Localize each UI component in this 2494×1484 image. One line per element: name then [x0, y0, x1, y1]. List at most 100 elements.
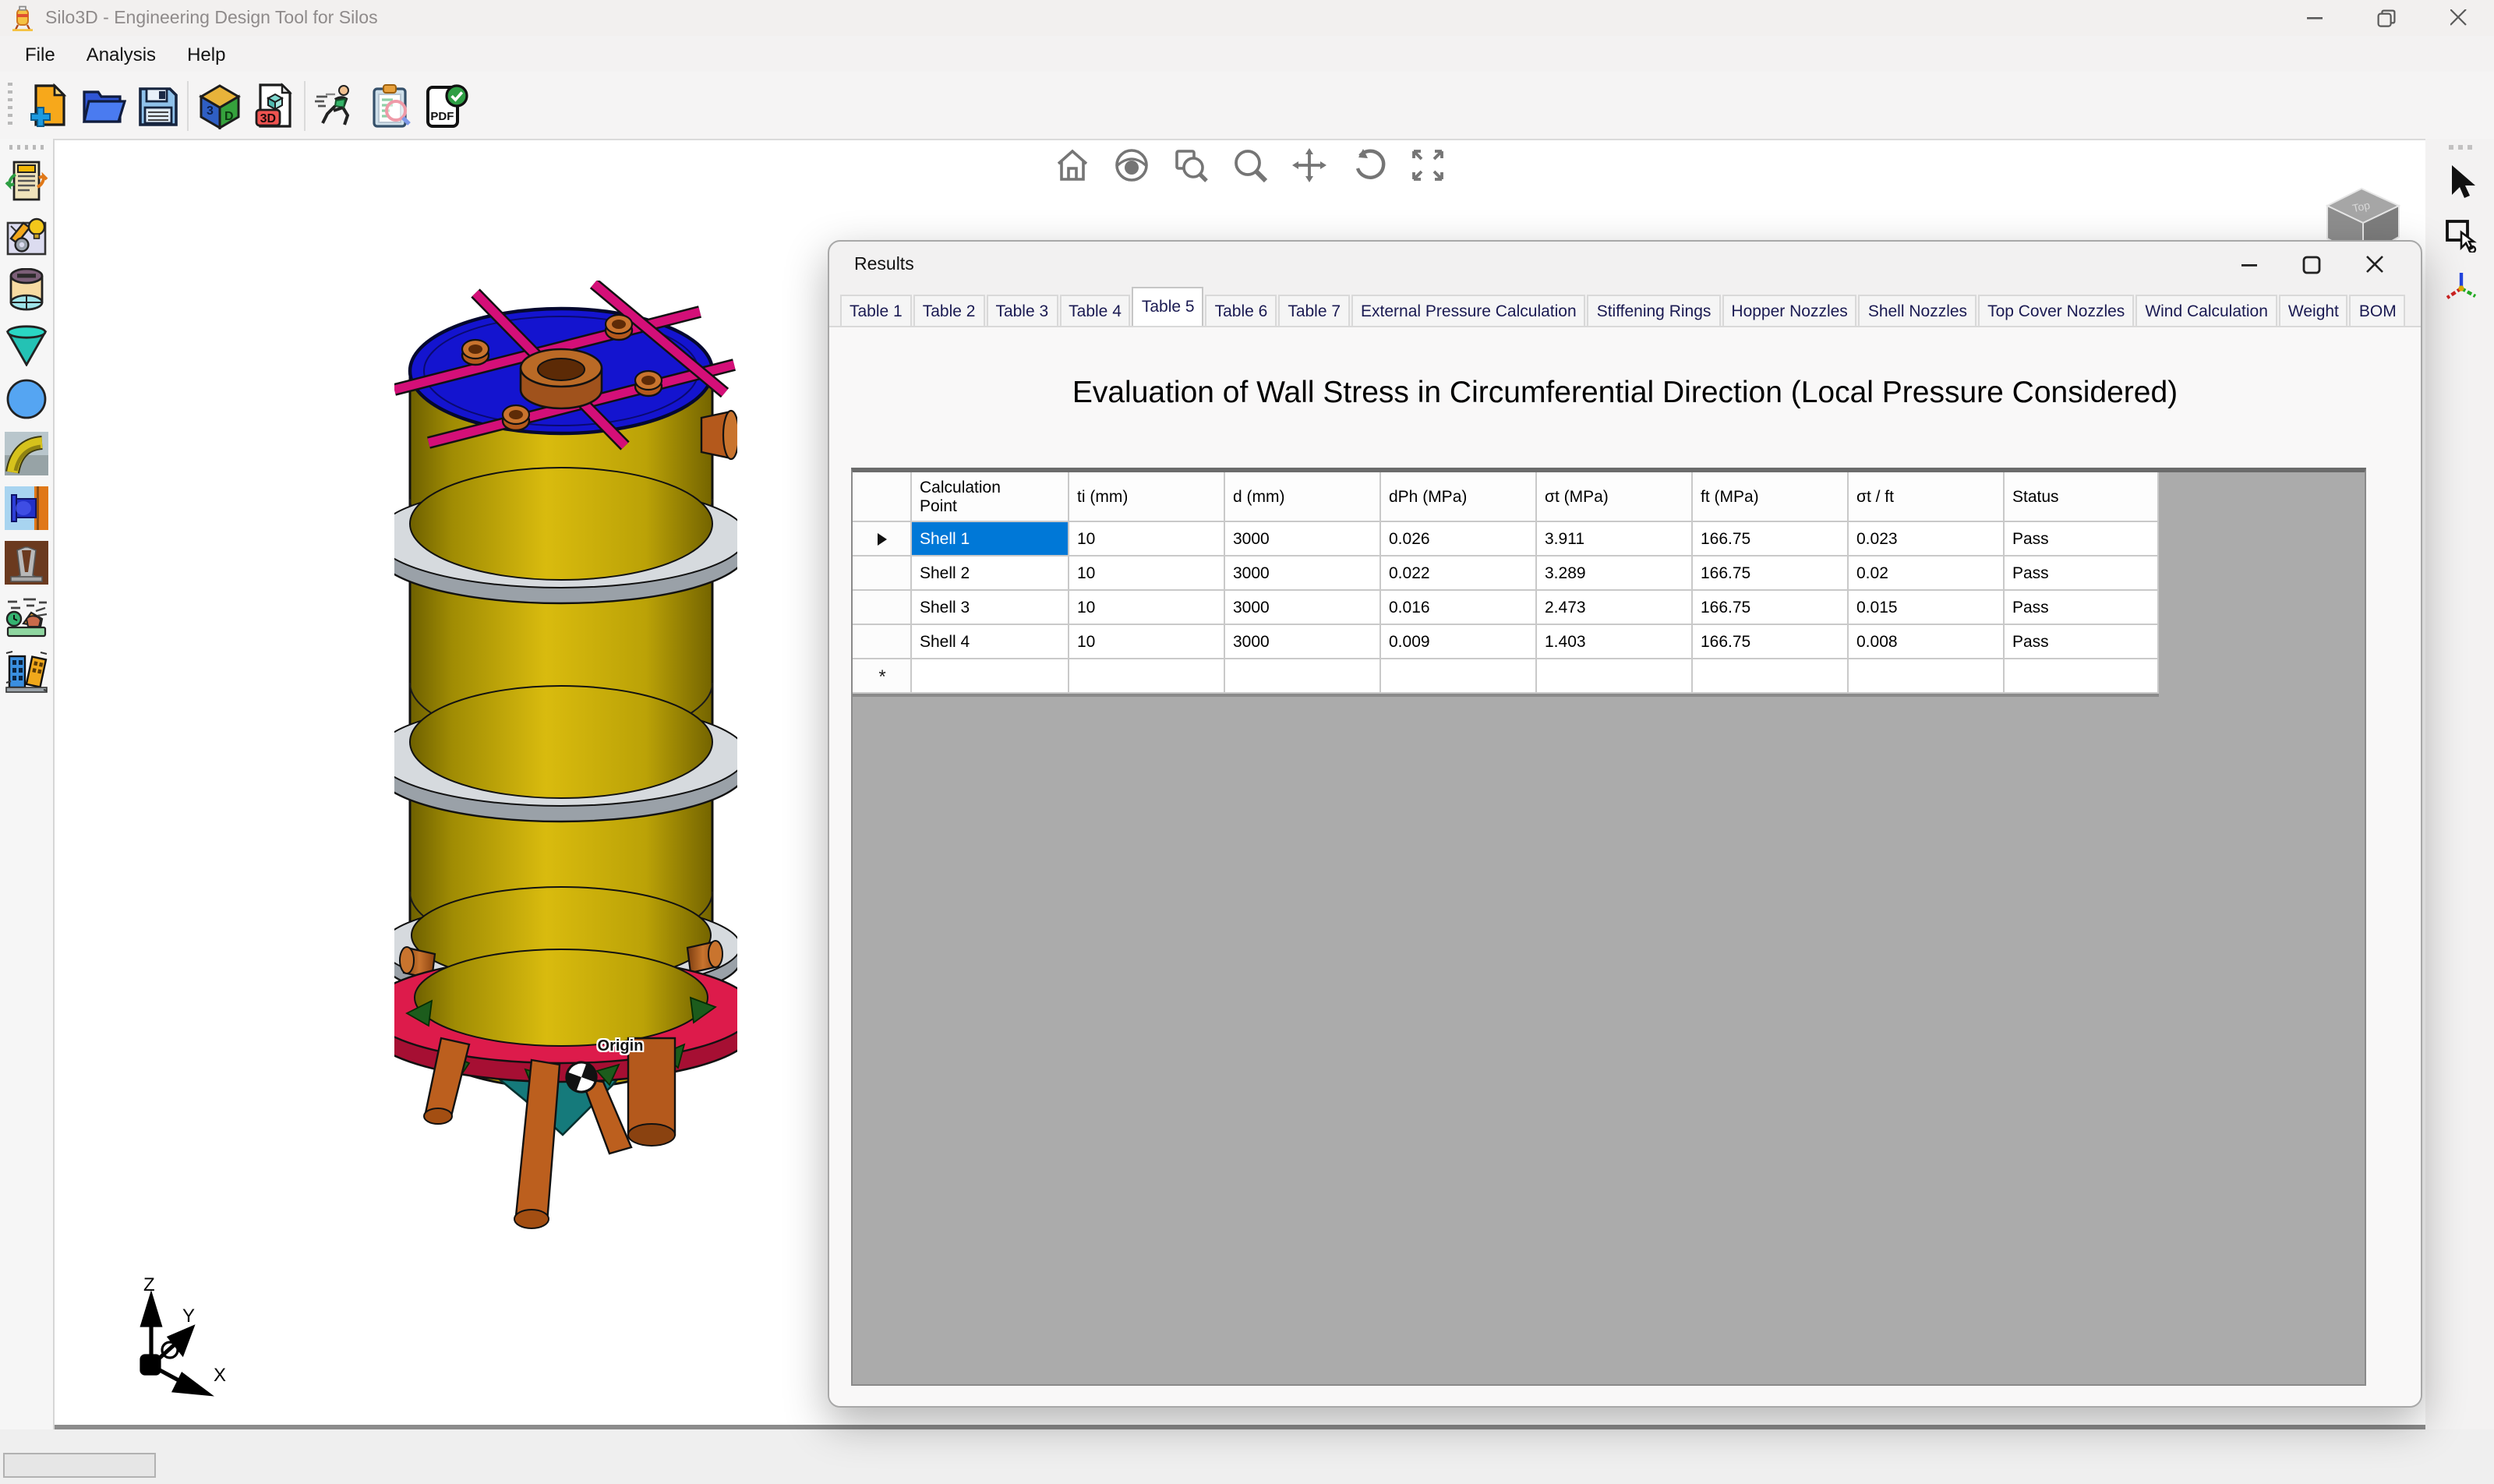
- export-pdf-icon[interactable]: PDF: [418, 77, 472, 133]
- tab-shell-nozzles[interactable]: Shell Nozzles: [1859, 295, 1976, 326]
- row-header[interactable]: [853, 625, 912, 659]
- select-cursor-icon[interactable]: [2439, 159, 2482, 203]
- zoom-window-icon[interactable]: [1172, 147, 1210, 184]
- fit-screen-icon[interactable]: [1409, 147, 1447, 184]
- cell[interactable]: 0.016: [1381, 591, 1537, 625]
- cell[interactable]: 0.008: [1849, 625, 2005, 659]
- document-sync-icon[interactable]: [3, 157, 50, 204]
- cell[interactable]: [912, 659, 1069, 694]
- cell[interactable]: [1381, 659, 1537, 694]
- cell[interactable]: 0.02: [1849, 556, 2005, 591]
- tab-weight[interactable]: Weight: [2279, 295, 2348, 326]
- column-header-status[interactable]: Status: [2005, 472, 2159, 522]
- wind-load-icon[interactable]: [3, 594, 50, 641]
- cell[interactable]: Pass: [2005, 556, 2159, 591]
- tab-table-6[interactable]: Table 6: [1206, 295, 1277, 326]
- cell[interactable]: 10: [1069, 556, 1225, 591]
- cell[interactable]: Pass: [2005, 591, 2159, 625]
- zoom-icon[interactable]: [1231, 147, 1269, 184]
- row-header[interactable]: [853, 556, 912, 591]
- dialog-minimize-icon[interactable]: [2218, 242, 2280, 287]
- cell[interactable]: 1.403: [1537, 625, 1693, 659]
- tab-top-cover-nozzles[interactable]: Top Cover Nozzles: [1978, 295, 2134, 326]
- rotate-icon[interactable]: [1350, 147, 1387, 184]
- tab-table-1[interactable]: Table 1: [840, 295, 912, 326]
- column-header-d-mm[interactable]: d (mm): [1225, 472, 1381, 522]
- cell[interactable]: 3000: [1225, 591, 1381, 625]
- window-titlebar[interactable]: Silo3D - Engineering Design Tool for Sil…: [0, 0, 2494, 36]
- cell[interactable]: [1537, 659, 1693, 694]
- tab-stiffening-rings[interactable]: Stiffening Rings: [1588, 295, 1721, 326]
- cell[interactable]: Shell 3: [912, 591, 1069, 625]
- cell[interactable]: 2.473: [1537, 591, 1693, 625]
- cell[interactable]: 3000: [1225, 522, 1381, 556]
- cell[interactable]: 10: [1069, 591, 1225, 625]
- column-header-t-ft[interactable]: σt / ft: [1849, 472, 2005, 522]
- menu-help[interactable]: Help: [171, 40, 241, 68]
- cell[interactable]: Shell 4: [912, 625, 1069, 659]
- cell[interactable]: [1225, 659, 1381, 694]
- nozzle-icon[interactable]: [3, 485, 50, 532]
- cell[interactable]: 0.026: [1381, 522, 1537, 556]
- column-header-calculation-point[interactable]: Calculation Point: [912, 472, 1069, 522]
- cell[interactable]: 3000: [1225, 556, 1381, 591]
- tab-hopper-nozzles[interactable]: Hopper Nozzles: [1722, 295, 1856, 326]
- cell[interactable]: 0.022: [1381, 556, 1537, 591]
- cell[interactable]: [1849, 659, 2005, 694]
- export-3d-file-icon[interactable]: 3D: [246, 77, 301, 133]
- cell[interactable]: 3.911: [1537, 522, 1693, 556]
- cell[interactable]: Shell 2: [912, 556, 1069, 591]
- column-header-dph-mpa[interactable]: dPh (MPa): [1381, 472, 1537, 522]
- cell[interactable]: 0.015: [1849, 591, 2005, 625]
- seismic-load-icon[interactable]: [3, 648, 50, 695]
- cell[interactable]: 0.009: [1381, 625, 1537, 659]
- menu-file[interactable]: File: [9, 40, 71, 68]
- cell[interactable]: 166.75: [1693, 625, 1849, 659]
- cell[interactable]: 166.75: [1693, 522, 1849, 556]
- cell[interactable]: 10: [1069, 522, 1225, 556]
- cell[interactable]: Shell 1: [912, 522, 1069, 556]
- cell[interactable]: 3000: [1225, 625, 1381, 659]
- tab-table-7[interactable]: Table 7: [1278, 295, 1350, 326]
- cell[interactable]: Pass: [2005, 522, 2159, 556]
- tab-table-2[interactable]: Table 2: [913, 295, 985, 326]
- column-header-ft-mpa[interactable]: ft (MPa): [1693, 472, 1849, 522]
- row-selector-header[interactable]: [853, 472, 912, 522]
- rectangle-select-icon[interactable]: [2439, 212, 2482, 256]
- home-icon[interactable]: [1054, 147, 1091, 184]
- tab-bom[interactable]: BOM: [2350, 295, 2406, 326]
- results-dialog-titlebar[interactable]: Results: [829, 242, 2421, 287]
- pipe-elbow-icon[interactable]: [3, 430, 50, 477]
- minimize-icon[interactable]: [2279, 0, 2351, 36]
- axis-triad-icon[interactable]: [2439, 265, 2482, 309]
- cover-disc-icon[interactable]: [3, 376, 50, 422]
- dialog-maximize-icon[interactable]: [2280, 242, 2343, 287]
- run-analysis-icon[interactable]: [309, 77, 363, 133]
- column-header-t-mpa[interactable]: σt (MPa): [1537, 472, 1693, 522]
- sidebar-grip[interactable]: [9, 145, 44, 150]
- pan-icon[interactable]: [1291, 147, 1328, 184]
- cell[interactable]: 166.75: [1693, 556, 1849, 591]
- cell[interactable]: [2005, 659, 2159, 694]
- results-data-grid[interactable]: Calculation Pointti (mm)d (mm)dPh (MPa)σ…: [851, 468, 2366, 1386]
- cell[interactable]: 166.75: [1693, 591, 1849, 625]
- view-3d-cube-icon[interactable]: 3 D: [192, 77, 246, 133]
- dialog-close-icon[interactable]: [2343, 242, 2405, 287]
- orbit-view-icon[interactable]: [1113, 147, 1150, 184]
- bottom-scrollbar-track[interactable]: [0, 1429, 2494, 1484]
- restore-icon[interactable]: [2351, 0, 2422, 36]
- hopper-cone-icon[interactable]: [3, 321, 50, 368]
- shell-cylinder-icon[interactable]: [3, 267, 50, 313]
- new-file-icon[interactable]: [20, 77, 75, 133]
- cell[interactable]: [1069, 659, 1225, 694]
- cell[interactable]: Pass: [2005, 625, 2159, 659]
- tab-table-3[interactable]: Table 3: [986, 295, 1058, 326]
- new-row-header[interactable]: *: [853, 659, 912, 694]
- row-header[interactable]: [853, 591, 912, 625]
- cell[interactable]: 0.023: [1849, 522, 2005, 556]
- open-folder-icon[interactable]: [75, 77, 129, 133]
- tab-table-5[interactable]: Table 5: [1132, 287, 1204, 326]
- column-header-ti-mm[interactable]: ti (mm): [1069, 472, 1225, 522]
- tab-table-4[interactable]: Table 4: [1059, 295, 1131, 326]
- right-toolbar-grip[interactable]: [2449, 145, 2472, 150]
